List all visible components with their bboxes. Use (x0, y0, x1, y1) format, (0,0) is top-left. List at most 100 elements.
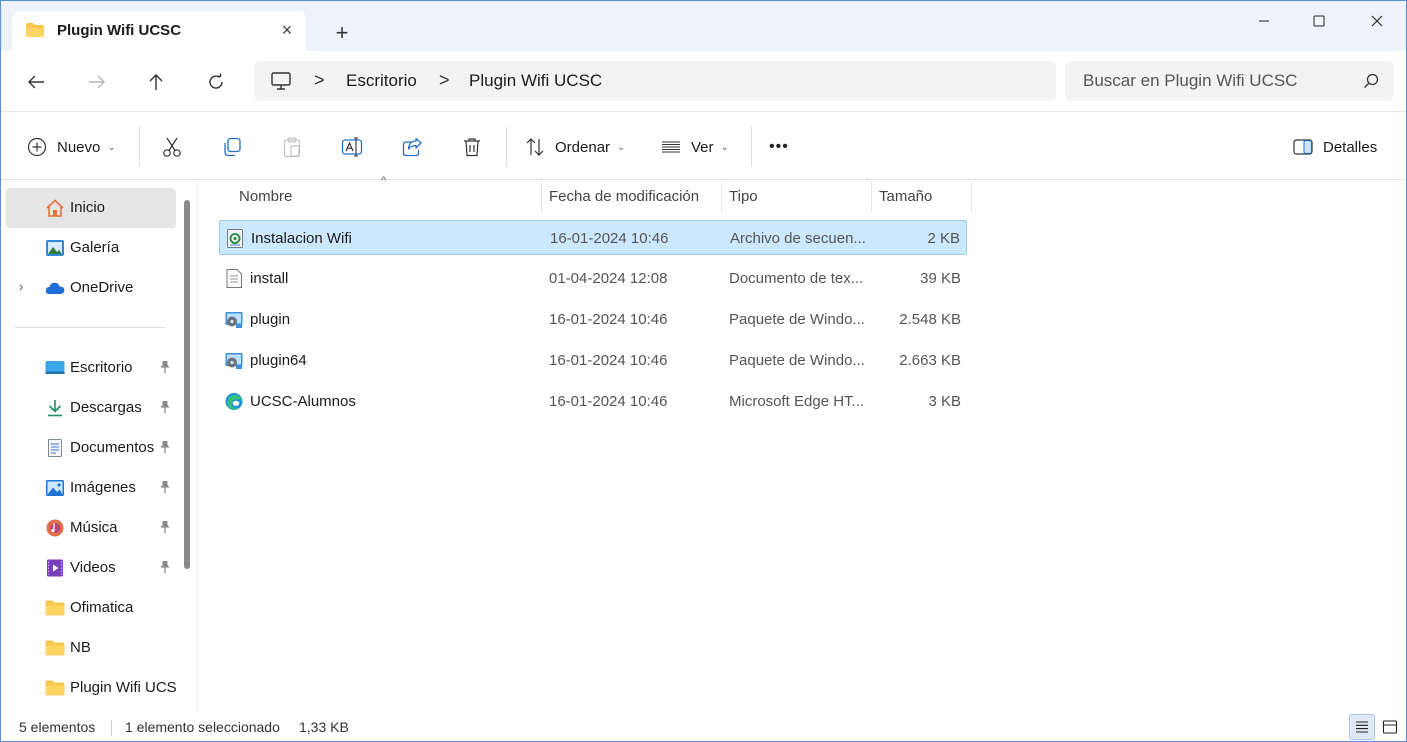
column-header-name[interactable]: Nombre (219, 180, 541, 212)
sidebar-item-inicio[interactable]: Inicio (6, 188, 176, 228)
edge-icon (225, 393, 243, 410)
tiles-view-button[interactable] (1377, 714, 1403, 740)
file-type: Documento de tex... (729, 270, 864, 287)
sidebar-item-galeria[interactable]: Galería (6, 228, 176, 268)
sidebar-item-label: OneDrive (70, 279, 134, 296)
column-divider[interactable] (971, 182, 972, 212)
column-header-size[interactable]: Tamaño (872, 180, 971, 212)
details-view-button[interactable] (1349, 714, 1375, 740)
sidebar-item-musica[interactable]: Música (6, 508, 176, 548)
chevron-right-icon[interactable]: › (19, 279, 23, 294)
sort-button[interactable]: Ordenar ⌄ (525, 132, 625, 162)
forward-button[interactable] (82, 68, 112, 96)
sidebar-item-escritorio[interactable]: Escritorio (6, 348, 176, 388)
delete-button[interactable] (461, 132, 483, 162)
sidebar-item-descargas[interactable]: Descargas (6, 388, 176, 428)
sidebar-item-label: Descargas (70, 399, 142, 416)
cut-button[interactable] (161, 132, 183, 162)
sidebar-item-label: Videos (70, 559, 116, 576)
file-size: 2 KB (927, 230, 960, 247)
address-bar[interactable]: > Escritorio > Plugin Wifi UCSC (254, 61, 1056, 101)
sidebar-item-documentos[interactable]: Documentos (6, 428, 176, 468)
sidebar-scrollbar[interactable] (184, 200, 190, 569)
close-tab-button[interactable]: × (276, 19, 298, 41)
file-type: Paquete de Windo... (729, 352, 865, 369)
pin-icon[interactable] (159, 560, 171, 574)
pin-icon[interactable] (159, 360, 171, 374)
file-type: Microsoft Edge HT... (729, 393, 865, 410)
video-icon (47, 559, 63, 577)
file-date: 16-01-2024 10:46 (549, 393, 668, 410)
search-input[interactable]: Buscar en Plugin Wifi UCSC (1065, 61, 1394, 101)
file-row-plugin[interactable]: plugin 16-01-2024 10:46 Paquete de Windo… (219, 302, 967, 337)
sidebar-item-imagenes[interactable]: Imágenes (6, 468, 176, 508)
file-date: 16-01-2024 10:46 (550, 230, 669, 247)
up-button[interactable] (141, 68, 171, 96)
pin-icon[interactable] (159, 480, 171, 494)
trash-icon (464, 138, 480, 157)
details-pane-label: Detalles (1323, 138, 1378, 156)
view-button[interactable]: Ver ⌄ (661, 132, 729, 162)
pin-icon[interactable] (159, 400, 171, 414)
file-row-instalacion-wifi[interactable]: Instalacion Wifi 16-01-2024 10:46 Archiv… (219, 220, 967, 255)
pin-icon[interactable] (159, 520, 171, 534)
file-date: 01-04-2024 12:08 (549, 270, 668, 287)
file-size: 3 KB (928, 393, 961, 410)
file-date: 16-01-2024 10:46 (549, 352, 668, 369)
breadcrumb-escritorio[interactable]: Escritorio (346, 71, 417, 91)
desktop-icon (45, 361, 65, 374)
computer-icon (271, 72, 291, 90)
scissors-icon (163, 137, 181, 157)
sidebar-item-ofimatica[interactable]: Ofimatica (6, 588, 176, 628)
maximize-button[interactable] (1296, 9, 1342, 33)
more-options-button[interactable]: ••• (769, 132, 789, 162)
batch-file-icon (227, 229, 243, 248)
view-list-icon (662, 141, 680, 153)
navigation-pane: Inicio Galería › OneDrive Escritorio Des… (1, 180, 197, 712)
file-type: Archivo de secuen... (730, 230, 866, 247)
sidebar-item-plugin-wifi-ucsc[interactable]: Plugin Wifi UCSC (6, 668, 176, 708)
file-row-plugin64[interactable]: plugin64 16-01-2024 10:46 Paquete de Win… (219, 343, 967, 378)
paste-button[interactable] (281, 132, 303, 162)
close-window-button[interactable] (1354, 9, 1400, 33)
plus-circle-icon (27, 137, 47, 157)
new-tab-button[interactable]: + (328, 21, 356, 45)
sidebar-item-label: Ofimatica (70, 599, 134, 616)
sidebar-item-nb[interactable]: NB (6, 628, 176, 668)
music-icon (46, 519, 64, 537)
breadcrumb-plugin-wifi-ucsc[interactable]: Plugin Wifi UCSC (469, 71, 602, 91)
arrow-up-icon (149, 74, 163, 90)
file-size: 2.663 KB (899, 352, 961, 369)
toolbar-divider (506, 126, 507, 166)
view-button-label: Ver (691, 138, 714, 156)
back-button[interactable] (21, 68, 51, 96)
chevron-down-icon: ⌄ (107, 141, 116, 153)
maximize-icon (1313, 15, 1325, 27)
column-header-label: Tamaño (879, 188, 933, 205)
clipboard-icon (283, 137, 301, 158)
details-view-icon (1356, 721, 1368, 733)
file-row-install[interactable]: install 01-04-2024 12:08 Documento de te… (219, 261, 967, 296)
details-pane-button[interactable]: Detalles (1293, 132, 1377, 162)
pin-icon[interactable] (159, 440, 171, 454)
sidebar-item-onedrive[interactable]: › OneDrive (6, 268, 176, 308)
rename-button[interactable] (341, 132, 363, 162)
minimize-button[interactable] (1241, 9, 1287, 33)
share-button[interactable] (401, 132, 423, 162)
sidebar-item-videos[interactable]: Videos (6, 548, 176, 588)
tab-plugin-wifi-ucsc[interactable]: Plugin Wifi UCSC × (12, 11, 306, 51)
sidebar-item-label: NB (70, 639, 91, 656)
sort-button-label: Ordenar (555, 138, 611, 156)
item-count: 5 elementos (19, 719, 96, 735)
copy-button[interactable] (221, 132, 243, 162)
column-header-label: Tipo (729, 188, 758, 205)
sidebar-item-label: Escritorio (70, 359, 133, 376)
sidebar-item-label: Inicio (70, 199, 106, 216)
new-button[interactable]: Nuevo ⌄ (27, 132, 116, 162)
refresh-button[interactable] (201, 68, 231, 96)
file-row-ucsc-alumnos[interactable]: UCSC-Alumnos 16-01-2024 10:46 Microsoft … (219, 384, 967, 419)
column-header-type[interactable]: Tipo (722, 180, 871, 212)
cloud-icon (45, 282, 65, 294)
column-header-modified[interactable]: Fecha de modificación (542, 180, 721, 212)
pane-divider[interactable] (196, 180, 197, 712)
